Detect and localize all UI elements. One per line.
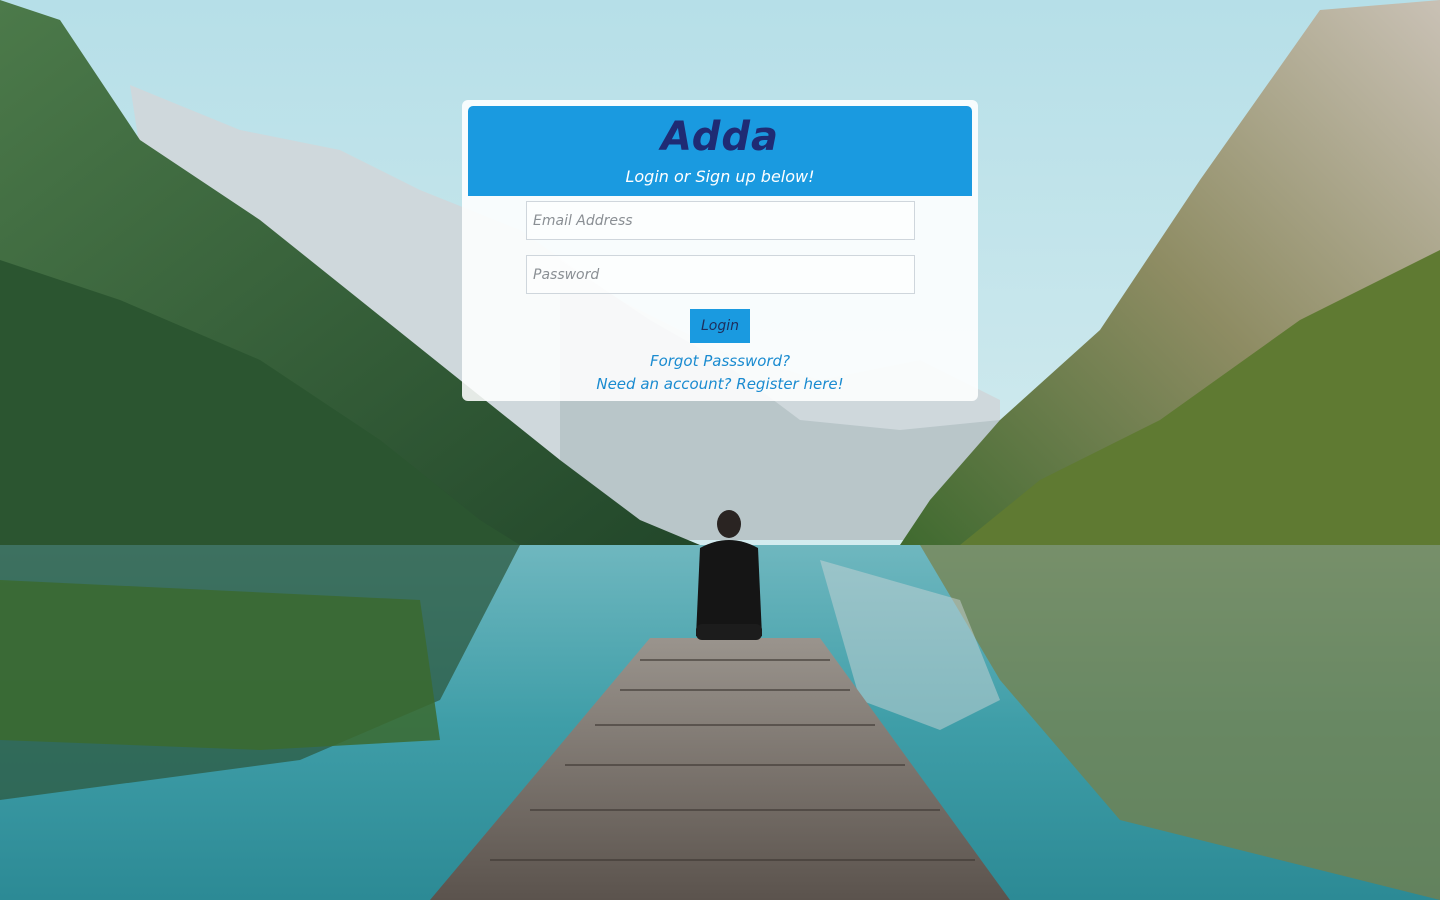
email-field[interactable]: [526, 201, 915, 240]
password-field[interactable]: [526, 255, 915, 294]
register-link[interactable]: Need an account? Register here!: [462, 375, 978, 393]
app-title: Adda: [661, 114, 779, 160]
card-header: Adda Login or Sign up below!: [468, 106, 972, 196]
app-subtitle: Login or Sign up below!: [625, 167, 815, 186]
forgot-password-link[interactable]: Forgot Passsword?: [462, 352, 978, 370]
login-card: Adda Login or Sign up below! Login Forgo…: [462, 100, 978, 401]
login-button[interactable]: Login: [690, 309, 750, 343]
